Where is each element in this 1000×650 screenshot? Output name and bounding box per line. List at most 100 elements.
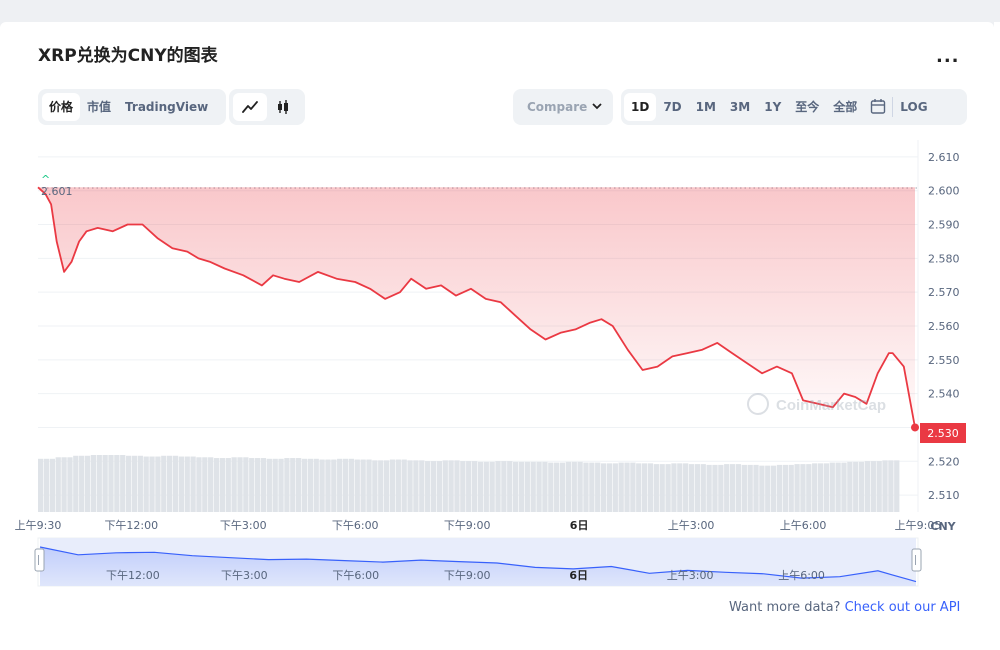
volume-bar xyxy=(882,460,888,512)
volume-bar xyxy=(161,455,167,512)
volume-bar xyxy=(383,460,390,512)
volume-bar xyxy=(237,457,243,512)
navigator-tick-label: 上午3:00 xyxy=(667,569,714,582)
volume-bar xyxy=(143,456,149,512)
volume-bar xyxy=(471,461,478,512)
volume-bar xyxy=(823,463,830,512)
volume-bar xyxy=(96,455,102,512)
volume-bar xyxy=(565,461,572,512)
volume-bar xyxy=(706,464,712,512)
volume-bar xyxy=(337,458,343,512)
volume-bar xyxy=(38,458,44,512)
volume-bar xyxy=(172,455,179,512)
y-tick-label: 2.590 xyxy=(928,219,960,232)
volume-bar xyxy=(102,455,108,512)
volume-bar xyxy=(225,458,231,512)
y-axis: 2.610 2.600 2.590 2.580 2.570 2.560 2.550 2.540… xyxy=(928,151,960,502)
volume-bar xyxy=(870,461,876,512)
volume-bar xyxy=(49,458,55,512)
volume-bar xyxy=(366,459,372,512)
volume-bar xyxy=(589,462,595,512)
volume-bar xyxy=(448,460,454,512)
volume-bar xyxy=(829,462,835,512)
navigator-left-handle[interactable] xyxy=(34,548,45,572)
y-tick-label: 2.540 xyxy=(928,388,960,401)
volume-bar xyxy=(79,455,85,512)
volume-bar xyxy=(307,458,314,512)
open-marker-icon: ^ xyxy=(41,173,50,186)
y-tick-label: 2.570 xyxy=(928,286,960,299)
volume-bar xyxy=(319,459,325,512)
volume-bar xyxy=(812,463,818,512)
volume-bar xyxy=(653,464,659,512)
volume-bar xyxy=(407,460,413,512)
volume-bar xyxy=(442,460,448,512)
volume-bar xyxy=(389,459,396,512)
volume-bar xyxy=(61,457,67,512)
volume-bar xyxy=(120,455,126,512)
volume-bar xyxy=(454,460,460,512)
volume-bar xyxy=(466,461,472,512)
volume-bar xyxy=(301,458,308,512)
x-tick-label: 上午6:00 xyxy=(780,519,827,532)
volume-bar xyxy=(624,462,630,512)
volume-bar xyxy=(114,455,120,512)
price-chart: CoinMarketCap 2.601 ^ 2.610 2.600 2.590 2.5… xyxy=(15,140,966,587)
volume-bar xyxy=(55,457,61,512)
volume-bar xyxy=(700,464,706,512)
last-price-label: 2.530 xyxy=(927,427,959,440)
volume-bar xyxy=(90,455,97,512)
x-tick-label: 上午3:00 xyxy=(668,519,715,532)
volume-bar xyxy=(724,464,730,512)
volume-bar xyxy=(489,461,495,512)
volume-bar xyxy=(776,464,783,512)
volume-bar xyxy=(507,461,513,512)
volume-bar xyxy=(495,461,501,512)
volume-bar xyxy=(847,461,853,512)
y-tick-label: 2.550 xyxy=(928,354,960,367)
volume-bar xyxy=(272,458,278,512)
volume-bar xyxy=(501,461,507,512)
volume-bar xyxy=(342,458,349,512)
volume-bar xyxy=(477,461,484,512)
volume-bar xyxy=(313,458,319,512)
x-tick-label: 下午3:00 xyxy=(220,519,267,532)
api-link[interactable]: Check out our API xyxy=(845,600,961,615)
volume-bar xyxy=(254,458,261,512)
volume-bar xyxy=(712,464,718,512)
volume-bar xyxy=(677,463,683,512)
volume-bar xyxy=(413,460,419,512)
volume-bar xyxy=(858,461,865,512)
volume-bar xyxy=(155,456,161,512)
navigator-tick-label: 下午6:00 xyxy=(332,569,379,582)
volume-bar xyxy=(278,458,284,512)
navigator-right-handle[interactable] xyxy=(911,548,922,572)
volume-bar xyxy=(806,464,812,512)
volume-bar xyxy=(372,460,378,512)
volume-bar xyxy=(395,459,401,512)
volume-bar xyxy=(360,459,366,512)
navigator-tick-label: 下午9:00 xyxy=(444,569,491,582)
y-tick-label: 2.610 xyxy=(928,151,960,164)
volume-bar xyxy=(595,462,601,512)
volume-bar xyxy=(600,463,607,512)
y-tick-label: 2.580 xyxy=(928,252,960,265)
volume-bar xyxy=(794,464,800,512)
x-tick-label: 上午9:30 xyxy=(15,519,62,532)
volume-bar xyxy=(284,458,290,512)
volume-bar xyxy=(864,461,871,512)
navigator-tick-label: 上午6:00 xyxy=(778,569,825,582)
volume-bar xyxy=(512,461,519,512)
volume-bar xyxy=(759,465,765,512)
volume-bar xyxy=(290,458,296,512)
y-tick-label: 2.560 xyxy=(928,320,960,333)
volume-bar xyxy=(835,462,841,512)
volume-bar xyxy=(84,455,91,512)
volume-bar xyxy=(518,461,525,512)
volume-bar xyxy=(612,463,618,512)
volume-bar xyxy=(196,457,202,512)
volume-bar xyxy=(554,462,560,512)
volume-bar xyxy=(331,459,337,512)
volume-bar xyxy=(606,463,613,512)
volume-bar xyxy=(530,461,536,512)
